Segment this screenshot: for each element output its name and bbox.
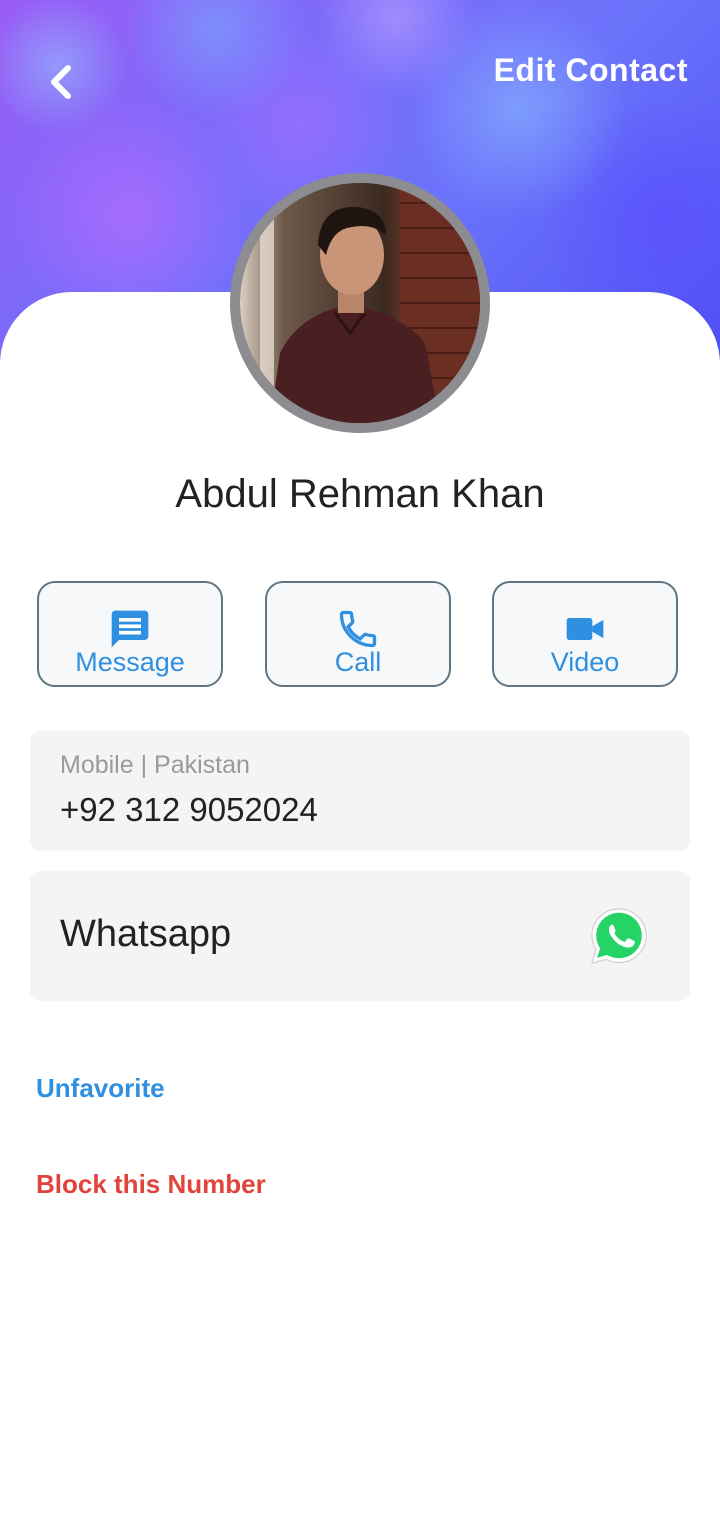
unfavorite-button[interactable]: Unfavorite [36,1073,165,1104]
video-button[interactable]: Video [492,581,678,687]
contact-detail-screen: Edit Contact Abdul Rehman Khan Message C… [0,0,720,1513]
phone-number: +92 312 9052024 [60,791,318,828]
phone-icon [339,610,377,648]
profile-photo [240,183,480,423]
videocam-icon [566,618,604,640]
avatar[interactable] [240,183,480,423]
phone-type-label: Mobile | Pakistan [60,751,250,779]
whatsapp-label: Whatsapp [60,913,232,955]
whatsapp-icon[interactable] [588,905,650,967]
edit-contact-button[interactable]: Edit Contact [494,52,688,89]
block-number-button[interactable]: Block this Number [36,1169,266,1200]
message-icon [111,610,149,648]
whatsapp-card[interactable]: Whatsapp [30,871,690,1001]
chevron-left-icon [51,65,71,99]
contact-name: Abdul Rehman Khan [175,472,545,516]
avatar-ring [230,173,490,433]
call-label: Call [334,647,382,677]
phone-number-card[interactable]: Mobile | Pakistan +92 312 9052024 [30,731,690,851]
back-button[interactable] [36,52,86,112]
message-label: Message [75,647,185,677]
call-button[interactable]: Call [265,581,451,687]
video-label: Video [550,647,620,677]
message-button[interactable]: Message [37,581,223,687]
